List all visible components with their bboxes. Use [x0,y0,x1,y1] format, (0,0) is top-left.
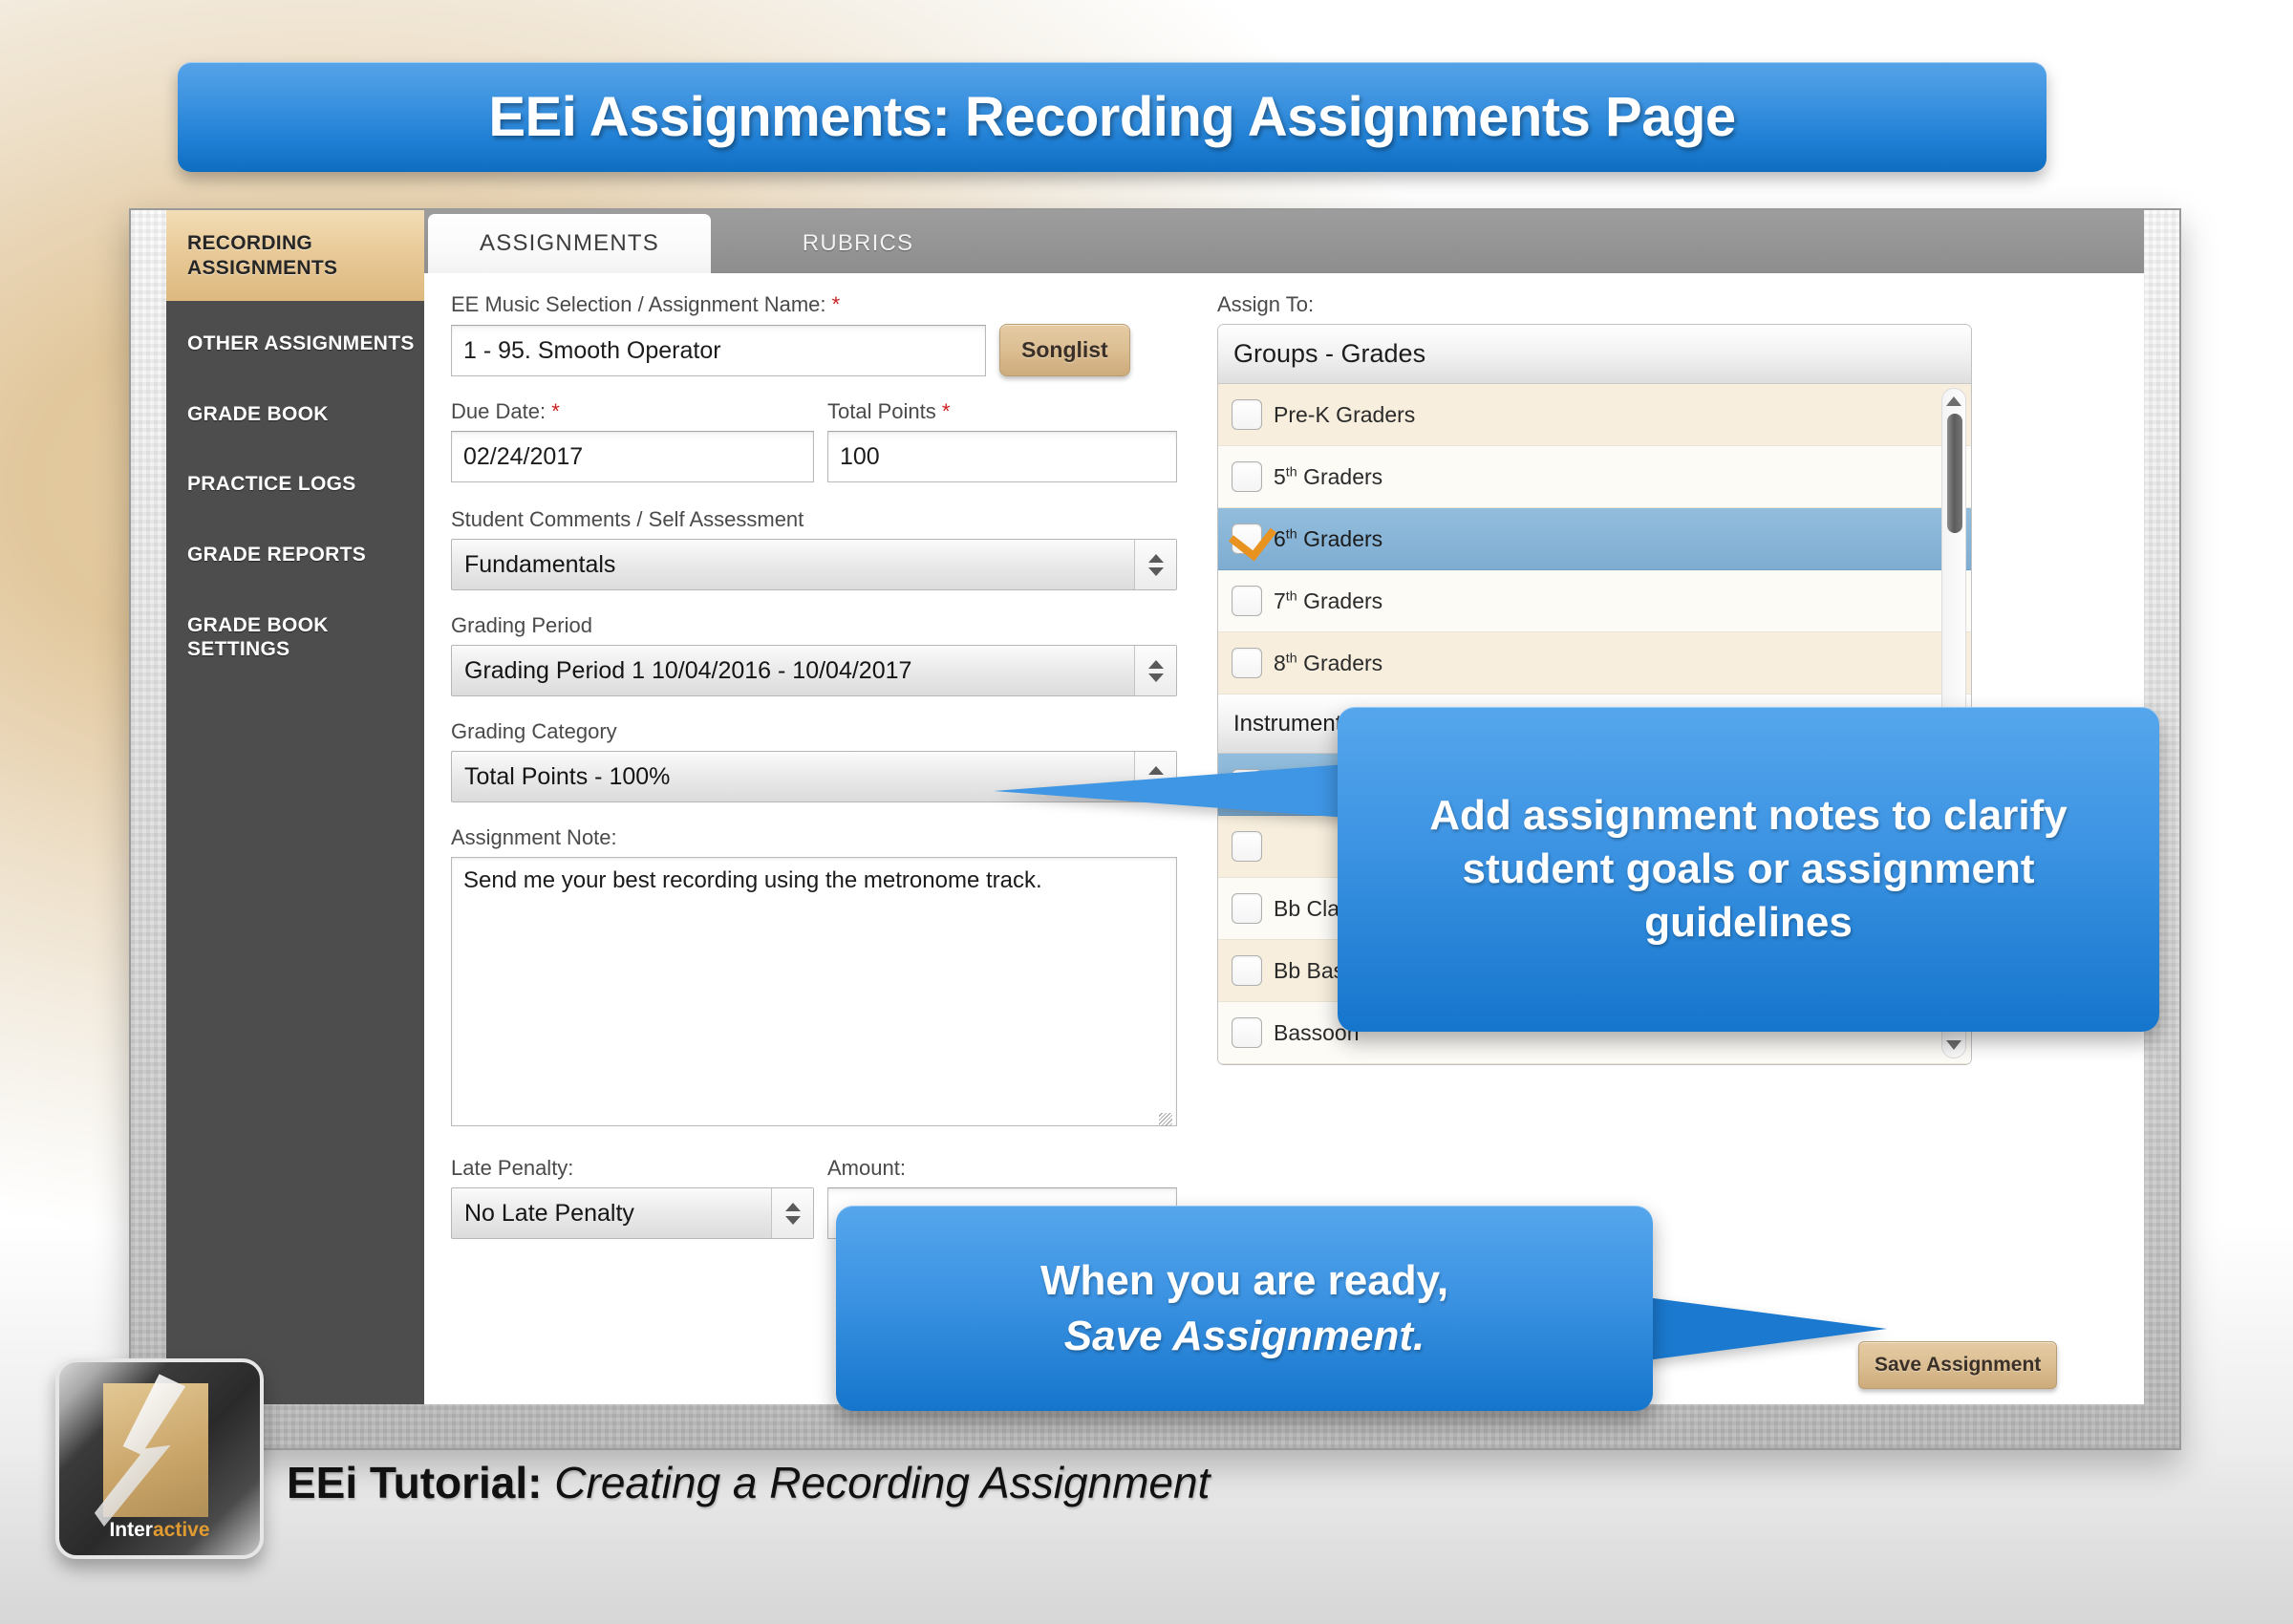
total-points-input[interactable] [827,431,1177,482]
sidebar-item-label: RECORDING ASSIGNMENTS [187,232,338,279]
spinner-arrows-icon[interactable] [771,1188,813,1238]
sidebar-item-grade-book-settings[interactable]: GRADE BOOK SETTINGS [166,598,424,677]
sidebar-item-grade-reports[interactable]: GRADE REPORTS [166,527,424,583]
required-asterisk: * [941,399,951,423]
grading-period-group: Grading Period Grading Period 1 10/04/20… [451,613,1177,696]
checkbox-icon[interactable] [1232,586,1262,616]
required-asterisk: * [551,399,560,423]
spinner-arrows-icon[interactable] [1134,540,1176,589]
late-penalty-group: Late Penalty: No Late Penalty [451,1156,814,1239]
date-points-row: Due Date: * Total Points * [451,399,1177,482]
sidebar-item-label: PRACTICE LOGS [187,473,356,496]
checkbox-icon[interactable] [1232,399,1262,430]
student-comments-label: Student Comments / Self Assessment [451,507,804,531]
assignment-note-group: Assignment Note: Send me your best recor… [451,825,1177,1131]
sidebar-item-grade-book[interactable]: GRADE BOOK [166,387,424,442]
due-date-input[interactable] [451,431,814,482]
sidebar-item-label: OTHER ASSIGNMENTS [187,332,415,355]
sidebar-nav: RECORDING ASSIGNMENTS OTHER ASSIGNMENTS … [166,210,424,1404]
grading-category-value: Total Points - 100% [464,762,671,790]
music-selection-input[interactable] [451,325,986,376]
required-asterisk: * [831,292,841,316]
music-selection-label-text: EE Music Selection / Assignment Name: [451,292,826,316]
callout-note-tail [994,764,1347,818]
list-item-label: 5th Graders [1274,463,1383,489]
scrollbar-thumb[interactable] [1947,414,1962,533]
footer-caption-italic: Creating a Recording Assignment [554,1458,1211,1507]
spinner-arrows-icon[interactable] [1134,646,1176,695]
eei-interactive-logo: Interactive [55,1358,264,1559]
save-assignment-button[interactable]: Save Assignment [1858,1341,2058,1389]
list-item[interactable]: 7th Graders [1218,570,1971,632]
sidebar-item-label: GRADE BOOK SETTINGS [187,613,329,661]
music-selection-label: EE Music Selection / Assignment Name: * [451,292,1177,317]
page-title-banner: EEi Assignments: Recording Assignments P… [178,62,2047,172]
sidebar-item-practice-logs[interactable]: PRACTICE LOGS [166,457,424,512]
due-date-group: Due Date: * [451,399,814,482]
checkbox-icon[interactable] [1232,893,1262,924]
student-comments-select[interactable]: Fundamentals [451,539,1177,590]
list-item-label: Pre-K Graders [1274,401,1416,427]
sidebar-item-label: GRADE BOOK [187,402,329,425]
callout-text: When you are ready, Save Assignment. [1040,1253,1448,1362]
list-item[interactable]: 5th Graders [1218,446,1971,508]
footer-caption: EEi Tutorial: Creating a Recording Assig… [287,1457,1210,1508]
student-comments-value: Fundamentals [464,550,616,578]
checkbox-icon[interactable] [1232,955,1262,986]
grading-period-select[interactable]: Grading Period 1 10/04/2016 - 10/04/2017 [451,645,1177,696]
page-title: EEi Assignments: Recording Assignments P… [488,86,1736,148]
list-item-label: 7th Graders [1274,588,1383,613]
scroll-down-arrow-icon[interactable] [1946,1040,1961,1050]
sidebar-item-other-assignments[interactable]: OTHER ASSIGNMENTS [166,316,424,372]
callout-save-assignment: When you are ready, Save Assignment. [836,1206,1653,1411]
due-date-label: Due Date: * [451,399,814,424]
assignment-note-textarea[interactable]: Send me your best recording using the me… [451,857,1177,1126]
callout-save-tail [1624,1294,1887,1363]
list-item-label: 6th Graders [1274,525,1383,551]
checkbox-icon[interactable] [1232,831,1262,862]
assign-to-label: Assign To: [1217,292,1315,316]
checkbox-icon[interactable] [1232,1017,1262,1048]
callout-line-2: Save Assignment. [1063,1312,1425,1359]
callout-assignment-notes: Add assignment notes to clarify student … [1338,707,2159,1032]
total-points-group: Total Points * [827,399,1177,482]
list-item[interactable]: Pre-K Graders [1218,384,1971,446]
assignment-note-label: Assignment Note: [451,825,617,849]
sidebar-item-recording-assignments[interactable]: RECORDING ASSIGNMENTS [166,210,424,302]
late-penalty-select[interactable]: No Late Penalty [451,1187,814,1239]
list-item[interactable]: 8th Graders [1218,632,1971,694]
total-points-label-text: Total Points [827,399,936,423]
tab-label: ASSIGNMENTS [480,230,659,256]
logo-wordmark: Interactive [109,1519,210,1541]
total-points-label: Total Points * [827,399,1177,424]
callout-text: Add assignment notes to clarify student … [1429,791,2068,947]
logo-e-glyph-icon [103,1383,208,1517]
footer-caption-bold: EEi Tutorial: [287,1458,543,1507]
tab-label: RUBRICS [802,230,914,256]
amount-label: Amount: [827,1156,906,1180]
music-selection-row: Songlist [451,324,1177,376]
late-penalty-label: Late Penalty: [451,1156,574,1180]
grading-category-label: Grading Category [451,719,617,743]
checkbox-checked-icon[interactable] [1232,524,1262,554]
tab-bar: ASSIGNMENTS RUBRICS [424,210,2144,273]
grading-period-value: Grading Period 1 10/04/2016 - 10/04/2017 [464,656,912,684]
list-item-label: 8th Graders [1274,650,1383,675]
resize-grip-icon[interactable] [1159,1113,1172,1126]
late-penalty-value: No Late Penalty [464,1199,634,1227]
songlist-button[interactable]: Songlist [999,324,1130,376]
callout-line-1: When you are ready, [1039,1257,1449,1305]
scroll-up-arrow-icon[interactable] [1946,396,1961,406]
list-item[interactable]: 6th Graders [1218,508,1971,570]
sidebar-item-label: GRADE REPORTS [187,544,367,566]
tab-assignments[interactable]: ASSIGNMENTS [428,214,711,273]
student-comments-group: Student Comments / Self Assessment Funda… [451,507,1177,590]
grading-period-label: Grading Period [451,613,592,637]
groups-grades-header: Groups - Grades [1218,325,1971,384]
tab-rubrics[interactable]: RUBRICS [717,214,999,273]
checkbox-icon[interactable] [1232,648,1262,678]
checkbox-icon[interactable] [1232,461,1262,492]
due-date-label-text: Due Date: [451,399,546,423]
